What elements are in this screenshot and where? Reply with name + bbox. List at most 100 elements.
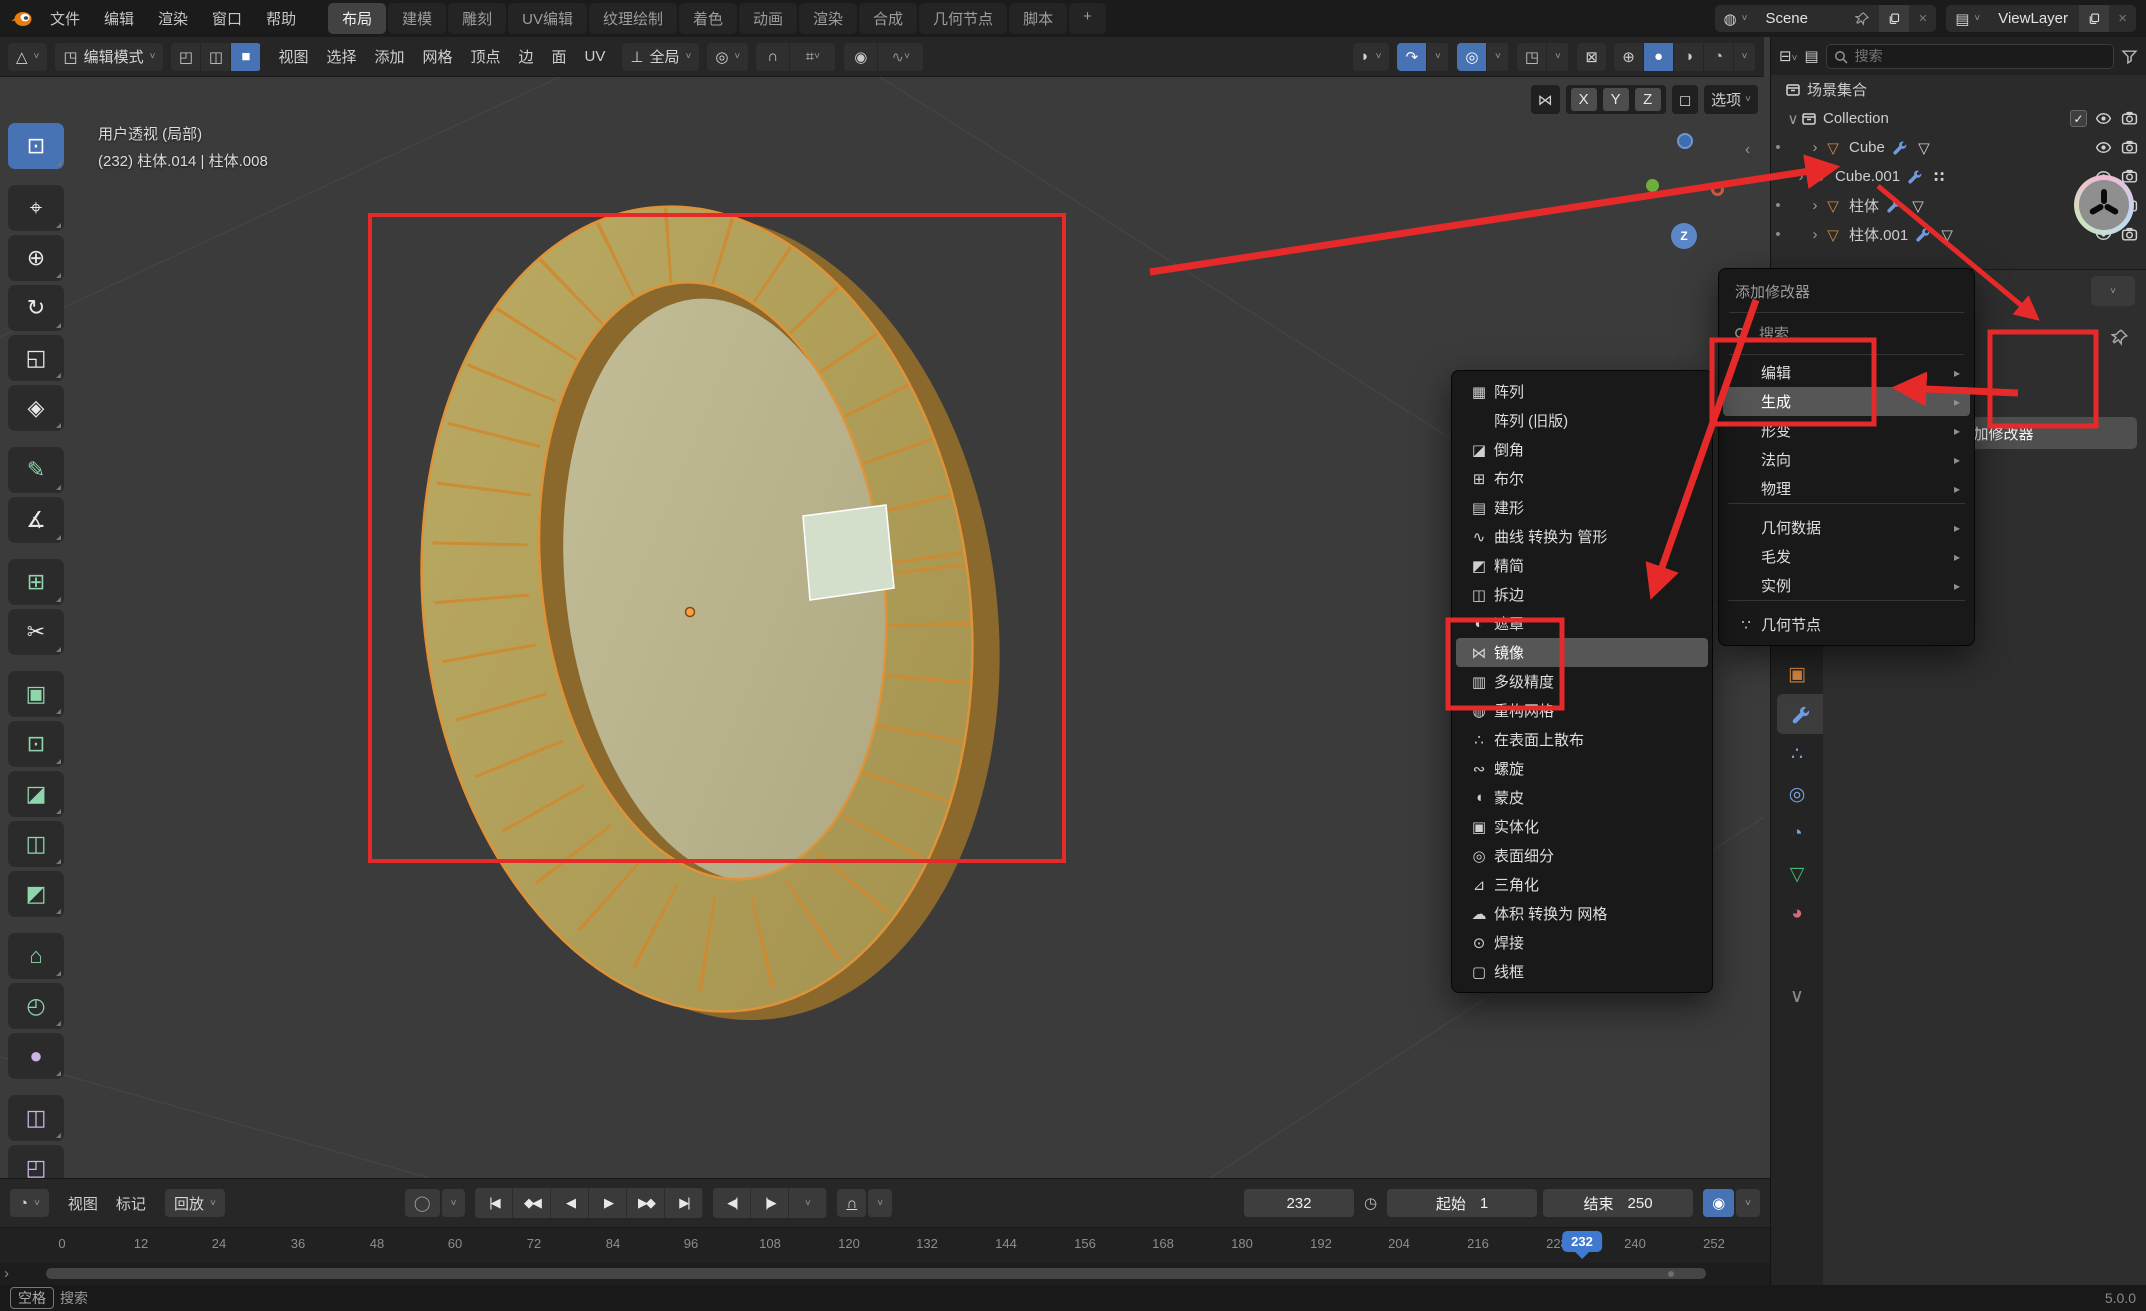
- properties-tab-material[interactable]: ◕: [1771, 894, 1823, 934]
- stopwatch-icon[interactable]: ◷: [1364, 1194, 1377, 1212]
- solid-shading-button[interactable]: ●: [1644, 43, 1674, 71]
- face-select-button[interactable]: ■: [231, 43, 261, 71]
- tool-select-box[interactable]: ⊡: [8, 123, 64, 169]
- scene-copy-button[interactable]: [1879, 5, 1909, 32]
- mode-dropdown[interactable]: ◳编辑模式˅: [55, 43, 163, 71]
- expand-chevron-icon[interactable]: ›: [1807, 226, 1823, 243]
- rendered-shading-button[interactable]: ◔: [1704, 43, 1734, 71]
- gizmo-axis-dot-blue[interactable]: [1677, 133, 1693, 149]
- overlays-dropdown[interactable]: ˅: [1487, 43, 1509, 71]
- modifier-item-multires[interactable]: ▥ 多级精度: [1456, 667, 1708, 696]
- filter-funnel-icon[interactable]: [2121, 48, 2138, 65]
- outliner-row-collection[interactable]: ∨ Collection ✓: [1771, 104, 2146, 133]
- show-overlays-button[interactable]: ◎: [1457, 43, 1487, 71]
- transform-orientation-dropdown[interactable]: ⊥全局˅: [622, 43, 699, 71]
- expand-chevron-icon[interactable]: ›: [1807, 139, 1823, 156]
- wireframe-shading-button[interactable]: ⊕: [1614, 43, 1644, 71]
- hide-eye-icon[interactable]: [2095, 110, 2112, 127]
- workspace-tab-rendering[interactable]: 渲染: [799, 3, 857, 34]
- edge-select-button[interactable]: ◫: [201, 43, 231, 71]
- tool-add-cube[interactable]: ⊞: [8, 559, 64, 605]
- preview-range-icon[interactable]: ∩: [837, 1189, 866, 1217]
- menu-window[interactable]: 窗口: [200, 4, 254, 33]
- modifier-item-wireframe[interactable]: ▢ 线框: [1456, 957, 1708, 986]
- workspace-tab-sculpting[interactable]: 雕刻: [448, 3, 506, 34]
- properties-tab-particles[interactable]: ∴: [1771, 734, 1823, 774]
- jump-to-start-button[interactable]: |◀: [475, 1188, 513, 1218]
- playhead[interactable]: 232: [1562, 1231, 1602, 1252]
- menu-uv[interactable]: UV: [576, 44, 615, 69]
- tool-spin[interactable]: ◴: [8, 983, 64, 1029]
- gizmo-axis-dot-red[interactable]: [1711, 183, 1724, 196]
- timeline-scrollbar[interactable]: [46, 1268, 1706, 1279]
- tool-bevel[interactable]: ◪: [8, 771, 64, 817]
- proportional-edit-icon[interactable]: ◉: [844, 43, 878, 71]
- tool-poly-build[interactable]: ⌂: [8, 933, 64, 979]
- modifier-item-mirror[interactable]: ⋈ 镜像: [1456, 638, 1708, 667]
- properties-tab-data[interactable]: ▽: [1771, 854, 1823, 894]
- timeline-editor-type-button[interactable]: ◔˅: [10, 1189, 49, 1217]
- menu-vertex[interactable]: 顶点: [462, 42, 510, 71]
- modifier-item-volume-to-mesh[interactable]: ☁ 体积 转换为 网格: [1456, 899, 1708, 928]
- modifier-item-weld[interactable]: ⊙ 焊接: [1456, 928, 1708, 957]
- modifier-item-decimate[interactable]: ◩ 精简: [1456, 551, 1708, 580]
- modifier-item-mask[interactable]: ◐ 遮罩: [1456, 609, 1708, 638]
- menu-render[interactable]: 渲染: [146, 4, 200, 33]
- scroll-left-arrow[interactable]: ›: [4, 1265, 9, 1282]
- viewlayer-delete-button[interactable]: ×: [2109, 5, 2136, 32]
- modifier-item-remesh[interactable]: ◍ 重构网格: [1456, 696, 1708, 725]
- outliner-row-scene-collection[interactable]: 场景集合: [1771, 75, 2146, 104]
- workspace-tab-texture-paint[interactable]: 纹理绘制: [589, 3, 677, 34]
- playback-popover-button[interactable]: 回放˅: [165, 1189, 225, 1217]
- modifier-item-skin[interactable]: ◖ 蒙皮: [1456, 783, 1708, 812]
- mirror-axis-x[interactable]: X: [1571, 88, 1597, 111]
- modifier-item-build[interactable]: ▤ 建形: [1456, 493, 1708, 522]
- xray-settings-icon[interactable]: ◳: [1517, 43, 1547, 71]
- camera-visibility-icon[interactable]: [2121, 226, 2138, 243]
- modifier-item-screw[interactable]: ∾ 螺旋: [1456, 754, 1708, 783]
- material-shading-button[interactable]: ◑: [1674, 43, 1704, 71]
- tool-move[interactable]: ⊕: [8, 235, 64, 281]
- outliner-display-mode-icon[interactable]: ▤: [1804, 47, 1818, 65]
- menu-edge[interactable]: 边: [510, 42, 543, 71]
- tool-annotate[interactable]: ✎: [8, 447, 64, 493]
- viewlayer-name[interactable]: ViewLayer: [1989, 5, 2079, 32]
- gizmo-axis-z[interactable]: Z: [1671, 223, 1697, 249]
- workspace-tab-add[interactable]: +: [1069, 3, 1106, 34]
- gizmo-dropdown[interactable]: ˅: [1427, 43, 1449, 71]
- workspace-tab-geometry-nodes[interactable]: 几何节点: [919, 3, 1007, 34]
- timeline-ruler[interactable]: 0122436486072849610812013214415616818019…: [0, 1227, 1770, 1263]
- viewlayer-browse-button[interactable]: ▤˅: [1946, 5, 1989, 32]
- menu-mesh[interactable]: 网格: [413, 42, 461, 71]
- scene-browse-button[interactable]: ◍˅: [1715, 5, 1757, 32]
- tool-bisect[interactable]: ◩: [8, 871, 64, 917]
- modifier-item-array[interactable]: ▦ 阵列: [1456, 377, 1708, 406]
- falloff-dropdown[interactable]: ∿ ˅: [878, 43, 924, 71]
- outliner-editor-type-button[interactable]: ⊟˅: [1779, 47, 1797, 65]
- workspace-tab-uv-editing[interactable]: UV编辑: [508, 3, 587, 34]
- workspace-tab-shading[interactable]: 着色: [679, 3, 737, 34]
- workspace-tab-layout[interactable]: 布局: [328, 3, 386, 34]
- tool-shrink-fatten[interactable]: ◰: [8, 1145, 64, 1178]
- xray-dropdown[interactable]: ˅: [1547, 43, 1569, 71]
- tool-cursor[interactable]: ⌖: [8, 185, 64, 231]
- mesh-ring-object[interactable]: [377, 171, 1045, 1055]
- snap-magnet-icon[interactable]: ∩: [756, 43, 790, 71]
- frame-start-field[interactable]: 起始1: [1387, 1189, 1537, 1217]
- modifier-item-edge-split[interactable]: ◫ 拆边: [1456, 580, 1708, 609]
- hide-eye-icon[interactable]: [2095, 139, 2112, 156]
- workspace-tab-scripting[interactable]: 脚本: [1009, 3, 1067, 34]
- jump-to-end-button[interactable]: ▶|: [665, 1188, 703, 1218]
- play-reverse-button[interactable]: ◀: [551, 1188, 589, 1218]
- menu-file[interactable]: 文件: [38, 4, 92, 33]
- modifier-category-geometry-nodes[interactable]: ∵ 几何节点: [1723, 610, 1970, 639]
- sidebar-collapse-arrow[interactable]: ‹: [1745, 141, 1750, 158]
- gizmo-axis-dot-green[interactable]: [1646, 179, 1659, 192]
- modifier-category-geometry-data[interactable]: 几何数据 ▸: [1723, 513, 1970, 542]
- modifier-category-physics[interactable]: 物理 ▸: [1723, 474, 1970, 503]
- scene-name[interactable]: Scene: [1756, 5, 1846, 32]
- selectability-dropdown[interactable]: ◗˅: [1353, 43, 1390, 71]
- editor-type-button[interactable]: △˅: [8, 43, 47, 71]
- modifier-category-deform[interactable]: 形变 ▸: [1723, 416, 1970, 445]
- tool-inset-faces[interactable]: ⊡: [8, 721, 64, 767]
